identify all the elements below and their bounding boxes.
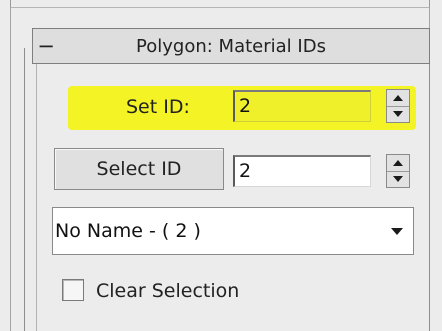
triangle-up-icon <box>393 159 403 166</box>
select-id-button[interactable]: Select ID <box>54 148 224 190</box>
select-id-spinner-down[interactable] <box>387 172 409 188</box>
triangle-down-icon <box>393 111 403 118</box>
triangle-down-icon <box>393 176 403 183</box>
set-id-spinner[interactable] <box>386 89 410 123</box>
set-id-label: Set ID: <box>126 96 190 118</box>
chevron-down-icon[interactable] <box>391 227 403 235</box>
previous-rollout-bottom <box>10 0 430 8</box>
clear-selection-checkbox[interactable] <box>62 279 84 301</box>
set-id-spinner-up[interactable] <box>387 90 409 107</box>
material-name-dropdown[interactable]: No Name - ( 2 ) <box>52 207 414 255</box>
set-id-input[interactable]: 2 <box>233 90 371 122</box>
panel-left-edge <box>10 0 11 331</box>
clear-selection-label[interactable]: Clear Selection <box>96 280 239 302</box>
collapse-toggle-icon[interactable]: − <box>33 35 59 57</box>
dropdown-selected-value: No Name - ( 2 ) <box>55 220 201 242</box>
rollout-title: Polygon: Material IDs <box>136 35 326 57</box>
triangle-up-icon <box>393 94 403 101</box>
select-id-input[interactable]: 2 <box>233 155 371 187</box>
set-id-spinner-down[interactable] <box>387 107 409 123</box>
select-id-spinner-up[interactable] <box>387 155 409 172</box>
rollout-header[interactable]: − Polygon: Material IDs <box>32 28 430 64</box>
select-id-spinner[interactable] <box>386 154 410 188</box>
